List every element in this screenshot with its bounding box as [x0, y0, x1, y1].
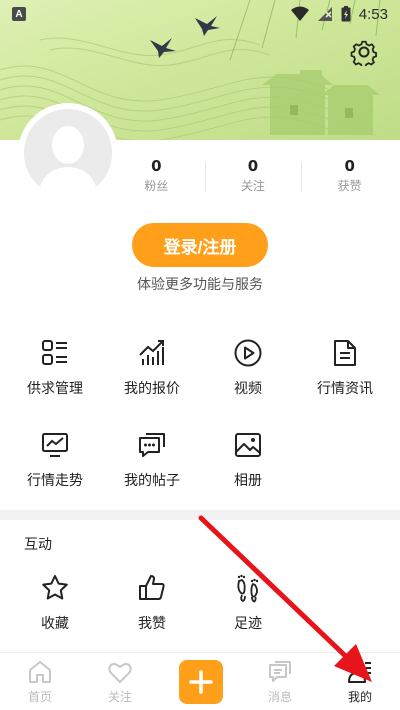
- message-icon: [269, 661, 291, 682]
- document-icon: [334, 340, 356, 366]
- stat-likes-label: 获赞: [337, 179, 362, 193]
- stat-likes[interactable]: 0 获赞: [301, 156, 398, 196]
- interaction-my-likes[interactable]: 我赞: [102, 573, 202, 643]
- service-label: 相册: [234, 473, 262, 489]
- login-register-button[interactable]: 登录/注册: [132, 223, 268, 267]
- login-subtitle: 体验更多功能与服务: [137, 277, 263, 293]
- profile-stats: 0 粉丝 0 关注 0 获赞: [108, 156, 398, 196]
- stat-fans-count: 0: [151, 157, 162, 175]
- service-label: 视频: [234, 381, 262, 397]
- stat-following-count: 0: [247, 157, 259, 175]
- monitor-chart-icon: [42, 433, 68, 457]
- list-grid-icon: [42, 340, 67, 365]
- heart-icon: [108, 663, 132, 683]
- thumb-up-icon: [139, 575, 165, 600]
- profile-icon: [348, 661, 371, 683]
- avatar[interactable]: [24, 109, 112, 197]
- clock: 4:53: [358, 5, 388, 23]
- service-label: 行情走势: [27, 473, 83, 489]
- nav-home[interactable]: 首页: [0, 653, 80, 710]
- chat-bubble-icon: [139, 433, 165, 457]
- stat-fans[interactable]: 0 粉丝: [108, 156, 205, 196]
- nav-follow[interactable]: 关注: [80, 653, 160, 710]
- star-icon: [42, 575, 68, 600]
- interaction-label: 足迹: [234, 616, 262, 632]
- interaction-title: 互动: [24, 537, 52, 553]
- service-market-trend[interactable]: 行情走势: [5, 430, 105, 500]
- default-avatar-icon: [24, 109, 112, 197]
- battery-icon: [341, 6, 351, 22]
- service-label: 我的报价: [124, 381, 180, 397]
- stat-following-label: 关注: [241, 179, 266, 193]
- interaction-favorites[interactable]: 收藏: [5, 573, 105, 643]
- service-label: 行情资讯: [317, 381, 373, 397]
- footprint-icon: [237, 574, 259, 603]
- service-label: 供求管理: [27, 381, 83, 397]
- settings-gear-icon[interactable]: [350, 38, 378, 66]
- service-market-news[interactable]: 行情资讯: [295, 338, 395, 408]
- service-my-quote[interactable]: 我的报价: [102, 338, 202, 408]
- nav-label: 首页: [27, 690, 52, 704]
- service-album[interactable]: 相册: [198, 430, 298, 500]
- play-circle-icon: [234, 339, 262, 367]
- home-icon: [29, 661, 51, 683]
- service-video[interactable]: 视频: [198, 338, 298, 408]
- nav-label: 关注: [107, 690, 132, 704]
- nav-mine[interactable]: 我的: [320, 653, 400, 710]
- interaction-label: 我赞: [138, 616, 166, 632]
- stat-likes-count: 0: [344, 157, 355, 175]
- signal-icon: [317, 7, 332, 21]
- accessibility-badge: A: [12, 7, 26, 21]
- stat-fans-label: 粉丝: [144, 179, 169, 193]
- interaction-label: 收藏: [41, 616, 69, 632]
- nav-label: 我的: [347, 690, 372, 704]
- trend-chart-icon: [139, 340, 164, 365]
- nav-label: 消息: [267, 690, 292, 704]
- image-icon: [235, 433, 261, 457]
- interaction-footprints[interactable]: 足迹: [198, 573, 298, 643]
- status-bar: A 4:53: [0, 0, 400, 28]
- wifi-icon: [290, 6, 309, 21]
- service-label: 我的帖子: [124, 473, 180, 489]
- plus-icon: [189, 670, 213, 694]
- stat-following[interactable]: 0 关注: [204, 156, 302, 196]
- service-my-posts[interactable]: 我的帖子: [102, 430, 202, 500]
- nav-messages[interactable]: 消息: [240, 653, 320, 710]
- service-supply-demand[interactable]: 供求管理: [5, 338, 105, 408]
- publish-plus-button[interactable]: [179, 660, 223, 704]
